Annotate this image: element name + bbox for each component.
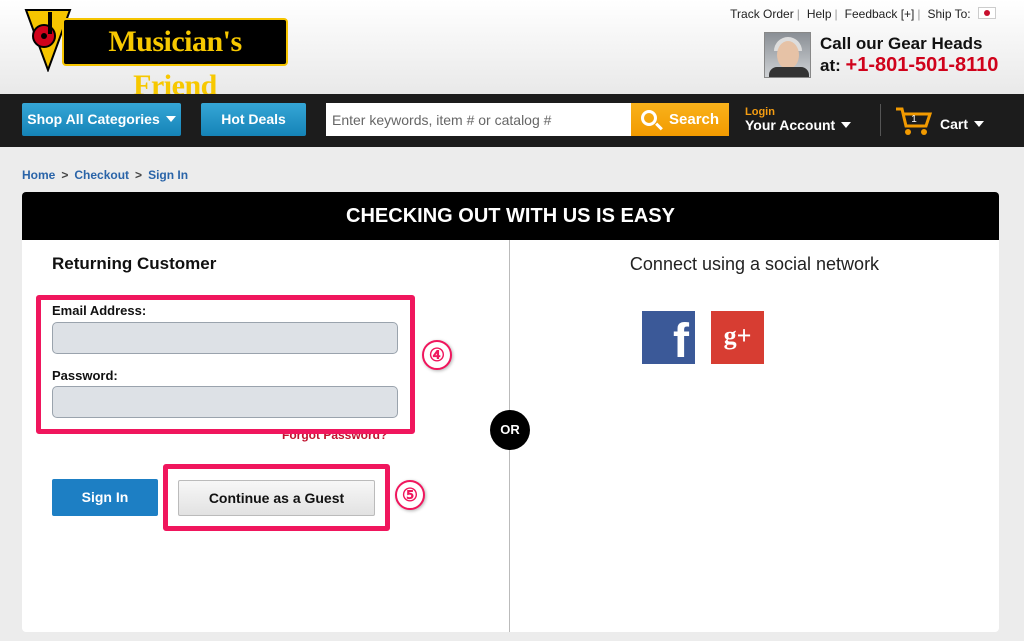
breadcrumb-home[interactable]: Home (22, 168, 55, 182)
main-nav-bar: Shop All Categories Hot Deals Search (0, 94, 1024, 147)
breadcrumb-sign-in[interactable]: Sign In (148, 168, 188, 182)
checkout-card: CHECKING OUT WITH US IS EASY OR Returnin… (22, 192, 999, 632)
site-header: Musician's Friend Track Order | Help | Feedb… (0, 0, 1024, 102)
account-label: Your Account (745, 117, 836, 133)
phone-prefix: at: (820, 56, 841, 75)
nav-divider (880, 104, 881, 136)
feedback-link[interactable]: Feedback [+] (845, 7, 915, 21)
shop-all-categories-button[interactable]: Shop All Categories (22, 103, 181, 136)
account-menu[interactable]: Your Account (745, 117, 852, 133)
search-button[interactable]: Search (631, 103, 729, 136)
gear-head-avatar (764, 32, 811, 78)
step-4-badge: ④ (422, 340, 452, 370)
returning-customer-title: Returning Customer (52, 254, 217, 273)
or-badge: OR (490, 410, 530, 450)
google-plus-icon[interactable]: g+ (711, 311, 764, 364)
japan-flag-icon[interactable] (978, 7, 996, 19)
cart-menu[interactable]: Cart (940, 116, 985, 132)
cart-icon[interactable]: 1 (894, 106, 934, 136)
facebook-icon[interactable]: f (642, 311, 695, 364)
cart-label: Cart (940, 116, 969, 132)
logo-wordmark: Musician's Friend (62, 18, 288, 102)
chevron-down-icon (974, 121, 985, 127)
ship-to-link[interactable]: Ship To: (928, 7, 971, 21)
step-5-badge: ⑤ (395, 480, 425, 510)
guest-highlight-box (163, 464, 390, 531)
help-link[interactable]: Help (807, 7, 832, 21)
fields-highlight-box (36, 295, 415, 434)
cart-count: 1 (911, 114, 917, 125)
sign-in-button[interactable]: Sign In (52, 479, 158, 516)
track-order-link[interactable]: Track Order (730, 7, 794, 21)
chevron-down-icon (841, 122, 852, 128)
hot-deals-button[interactable]: Hot Deals (201, 103, 306, 136)
shop-all-label: Shop All Categories (27, 111, 160, 127)
chevron-down-icon (165, 116, 176, 122)
call-gear-heads-text: Call our Gear Heads (820, 34, 983, 53)
utility-links: Track Order | Help | Feedback [+] | Ship To: (726, 7, 996, 21)
search-button-label: Search (669, 111, 720, 128)
breadcrumb-checkout[interactable]: Checkout (74, 168, 129, 182)
checkout-heading: CHECKING OUT WITH US IS EASY (22, 192, 999, 240)
search-input[interactable] (326, 103, 631, 136)
site-logo[interactable]: Musician's Friend (22, 6, 288, 102)
social-network-title: Connect using a social network (629, 254, 880, 274)
breadcrumb: Home > Checkout > Sign In (22, 168, 189, 182)
phone-line: at: +1-801-501-8110 (820, 54, 998, 77)
phone-number[interactable]: +1-801-501-8110 (846, 54, 999, 76)
search-icon (641, 110, 657, 126)
